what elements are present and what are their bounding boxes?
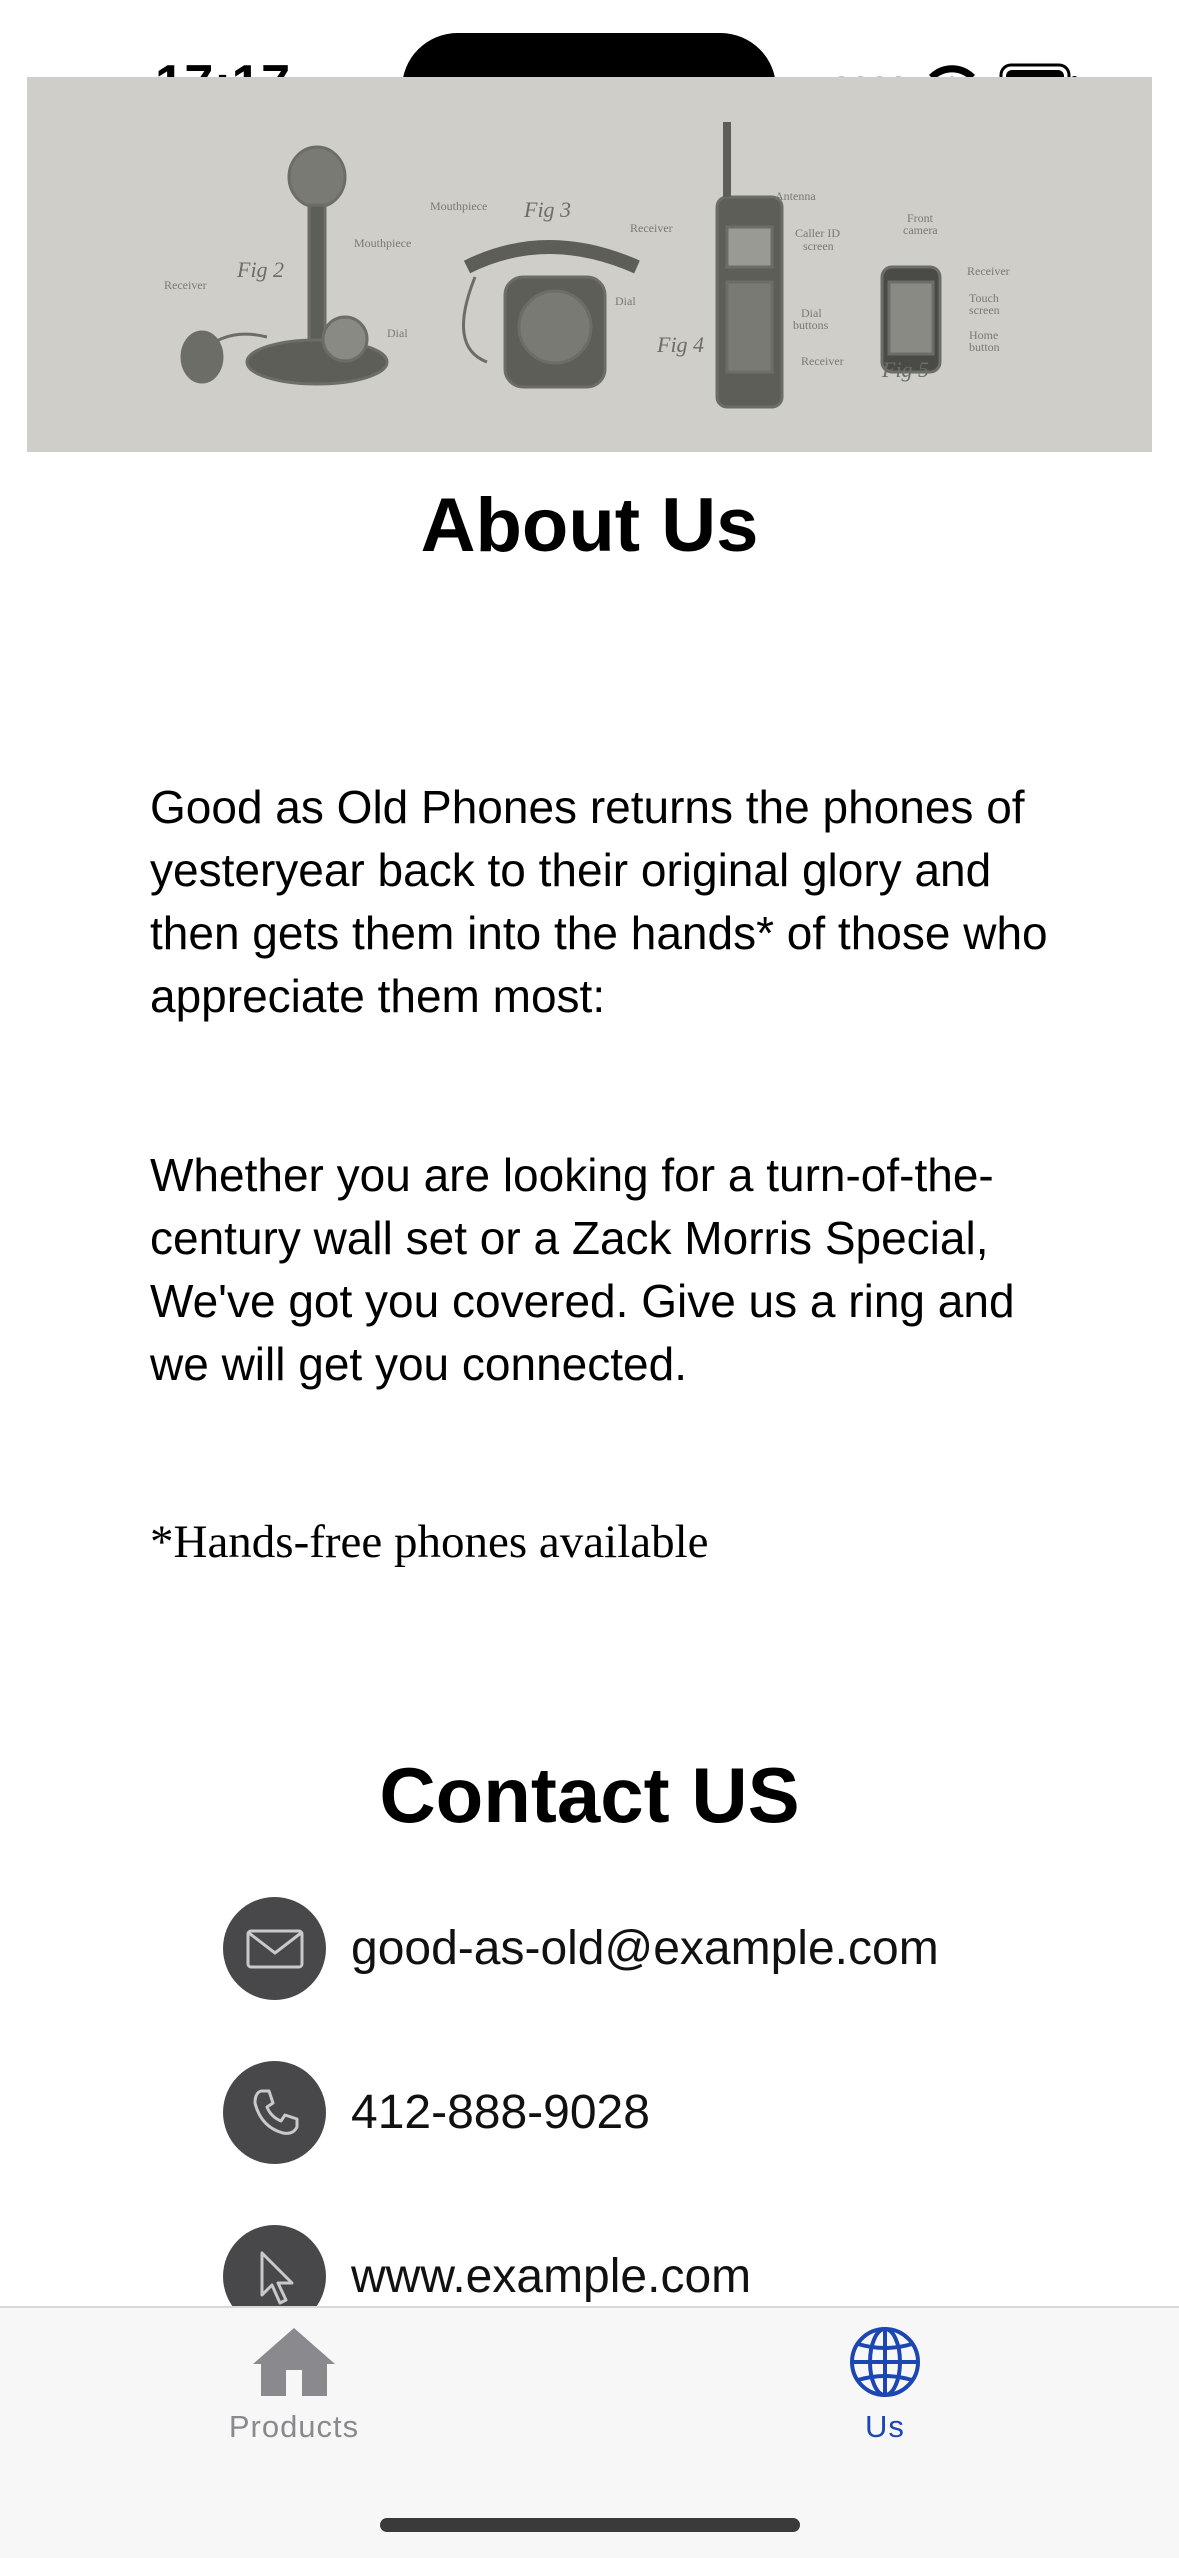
tab-products[interactable]: Products bbox=[194, 2324, 394, 2445]
contact-title: Contact US bbox=[379, 1751, 800, 1839]
svg-text:Mouthpiece: Mouthpiece bbox=[430, 199, 487, 213]
svg-text:button: button bbox=[969, 340, 1000, 354]
vintage-phones-illustration: Fig 2 Fig 3 Fig 4 Fig 5 Receiver Mouthpi… bbox=[164, 122, 1010, 409]
svg-text:screen: screen bbox=[969, 303, 1000, 317]
tab-us[interactable]: Us bbox=[785, 2324, 985, 2445]
svg-text:screen: screen bbox=[803, 239, 834, 253]
svg-text:Caller ID: Caller ID bbox=[795, 226, 840, 240]
svg-text:Dial: Dial bbox=[387, 326, 408, 340]
svg-text:Fig 5: Fig 5 bbox=[881, 357, 929, 382]
svg-text:Receiver: Receiver bbox=[967, 264, 1010, 278]
svg-text:Mouthpiece: Mouthpiece bbox=[354, 236, 411, 250]
about-title: About Us bbox=[420, 483, 759, 568]
svg-text:Receiver: Receiver bbox=[164, 278, 207, 292]
svg-text:Dial: Dial bbox=[615, 294, 636, 308]
svg-text:camera: camera bbox=[903, 223, 938, 237]
tab-us-label: Us bbox=[865, 2409, 905, 2444]
contact-phone-row[interactable]: 412-888-9028 bbox=[223, 2061, 650, 2164]
svg-text:Receiver: Receiver bbox=[630, 221, 673, 235]
house-icon bbox=[253, 2328, 335, 2396]
about-paragraph-1: Good as Old Phones returns the phones of… bbox=[150, 781, 1048, 1022]
envelope-icon bbox=[223, 1897, 326, 2000]
tab-products-label: Products bbox=[228, 2409, 360, 2444]
about-footnote: *Hands-free phones available bbox=[150, 1516, 709, 1568]
svg-text:Fig 4: Fig 4 bbox=[656, 332, 704, 357]
contact-email[interactable]: good-as-old@example.com bbox=[351, 1921, 939, 1976]
svg-text:Fig 3: Fig 3 bbox=[523, 197, 571, 222]
svg-text:Fig 2: Fig 2 bbox=[236, 257, 284, 282]
contact-phone[interactable]: 412-888-9028 bbox=[351, 2085, 650, 2140]
svg-text:Antenna: Antenna bbox=[775, 189, 816, 203]
home-indicator[interactable] bbox=[380, 2518, 800, 2532]
contact-email-row[interactable]: good-as-old@example.com bbox=[223, 1897, 939, 2000]
hero-image: Fig 2 Fig 3 Fig 4 Fig 5 Receiver Mouthpi… bbox=[27, 77, 1152, 452]
about-paragraph-2: Whether you are looking for a turn-of-th… bbox=[150, 1149, 1015, 1390]
contact-website[interactable]: www.example.com bbox=[351, 2249, 751, 2304]
svg-text:Receiver: Receiver bbox=[801, 354, 844, 368]
phone-icon bbox=[223, 2061, 326, 2164]
globe-icon bbox=[850, 2327, 920, 2397]
svg-text:buttons: buttons bbox=[793, 318, 829, 332]
